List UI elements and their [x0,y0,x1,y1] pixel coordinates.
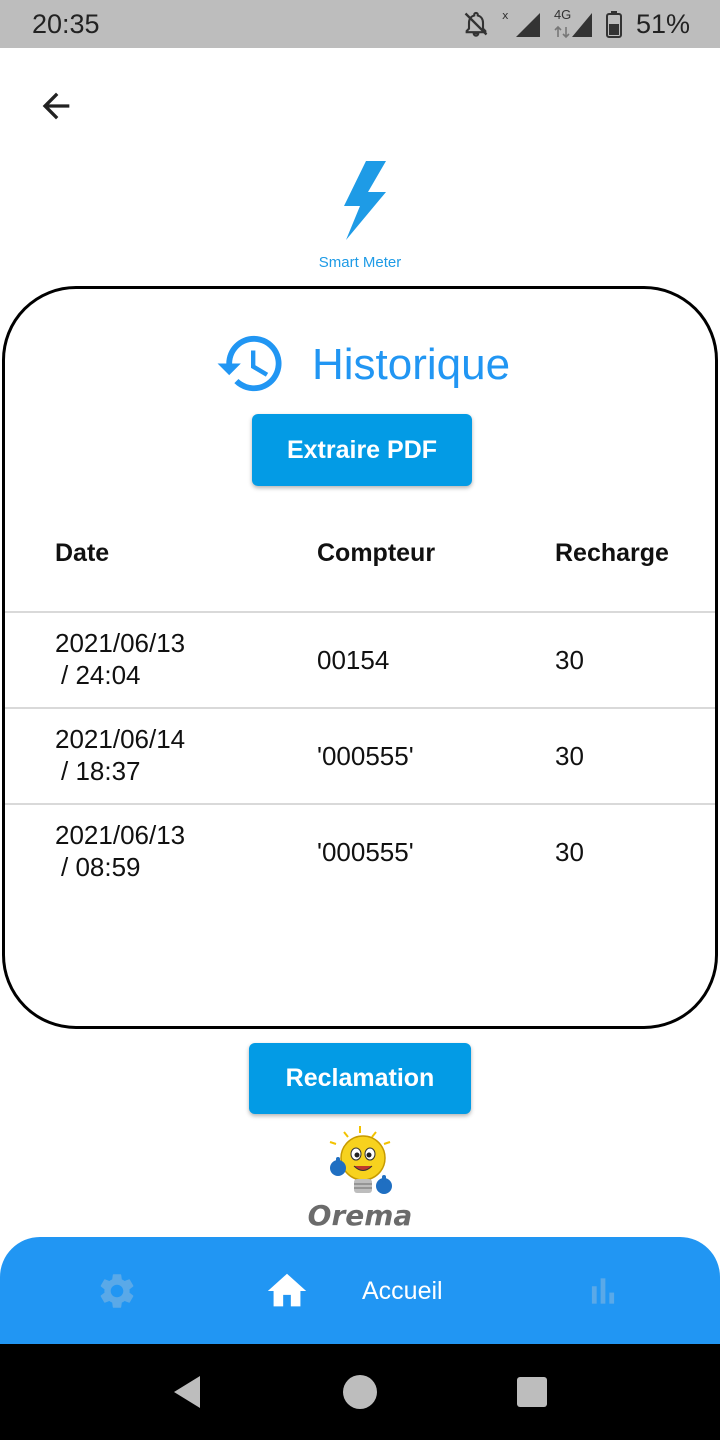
time-value: / 18:37 [61,756,141,786]
column-header-compteur: Compteur [317,539,436,567]
status-bar: 20:35 x 4G 51% [0,0,720,48]
system-navigation-bar [0,1344,720,1440]
bar-chart-icon [591,1278,615,1304]
table-row: 2021/06/13 / 24:04 00154 30 [5,613,715,709]
home-icon [267,1273,307,1307]
card-header: Historique [5,333,715,397]
back-button[interactable] [32,82,80,130]
home-circle-icon[interactable] [341,1372,379,1412]
row-compteur: 00154 [317,645,390,675]
signal-4g-icon: 4G [554,7,594,39]
nav-home[interactable]: Accueil [264,1267,443,1315]
row-recharge: 30 [555,741,584,771]
battery-icon [605,11,622,38]
time-value: / 08:59 [61,852,141,882]
row-recharge: 30 [555,837,584,867]
nav-settings[interactable] [96,1267,138,1315]
row-compteur: '000555' [317,741,414,771]
nav-home-label: Accueil [362,1276,443,1305]
extract-pdf-button[interactable]: Extraire PDF [252,414,472,486]
column-header-date: Date [55,539,110,567]
row-recharge: 30 [555,645,584,675]
back-triangle-icon[interactable] [170,1372,204,1412]
status-icons: x 4G 51% [462,7,690,40]
history-table-body: 2021/06/13 / 24:04 00154 30 2021/06/14 /… [5,613,715,901]
time-value: / 24:04 [61,660,141,690]
logo-text: Smart Meter [318,254,402,271]
date-value: 2021/06/13 [55,628,186,658]
table-row: 2021/06/13 / 08:59 '000555' 30 [5,805,715,901]
battery-percent: 51% [635,8,690,39]
recents-square-icon[interactable] [515,1372,549,1412]
date-value: 2021/06/14 [55,724,186,754]
reclamation-button[interactable]: Reclamation [249,1043,471,1114]
nav-statistics[interactable] [584,1267,622,1315]
date-value: 2021/06/13 [55,820,186,850]
row-compteur: '000555' [317,837,414,867]
history-icon [217,335,282,392]
signal-icon: x [502,9,540,37]
app-logo: Smart Meter [300,156,420,276]
table-row: 2021/06/14 / 18:37 '000555' 30 [5,709,715,805]
row-date: 2021/06/13 / 08:59 [55,819,185,883]
arrow-back-icon [42,92,70,120]
row-date: 2021/06/14 / 18:37 [55,723,185,787]
orema-logo: Orema [300,1124,420,1236]
lightning-bolt-icon [344,161,386,240]
table-header: Date Compteur Recharge [5,517,715,613]
bottom-navigation: Accueil [0,1237,720,1344]
column-header-recharge: Recharge [555,539,669,567]
history-card: Historique Extraire PDF Date Compteur Re… [2,286,718,1029]
page-title: Historique [311,340,511,389]
notifications-off-icon [464,11,488,37]
orema-mascot-icon: Orema [308,1126,413,1232]
orema-text: Orema [308,1199,413,1232]
settings-icon [100,1274,134,1308]
row-date: 2021/06/13 / 24:04 [55,627,185,691]
svg-text:x: x [502,9,509,22]
status-time: 20:35 [32,9,100,39]
